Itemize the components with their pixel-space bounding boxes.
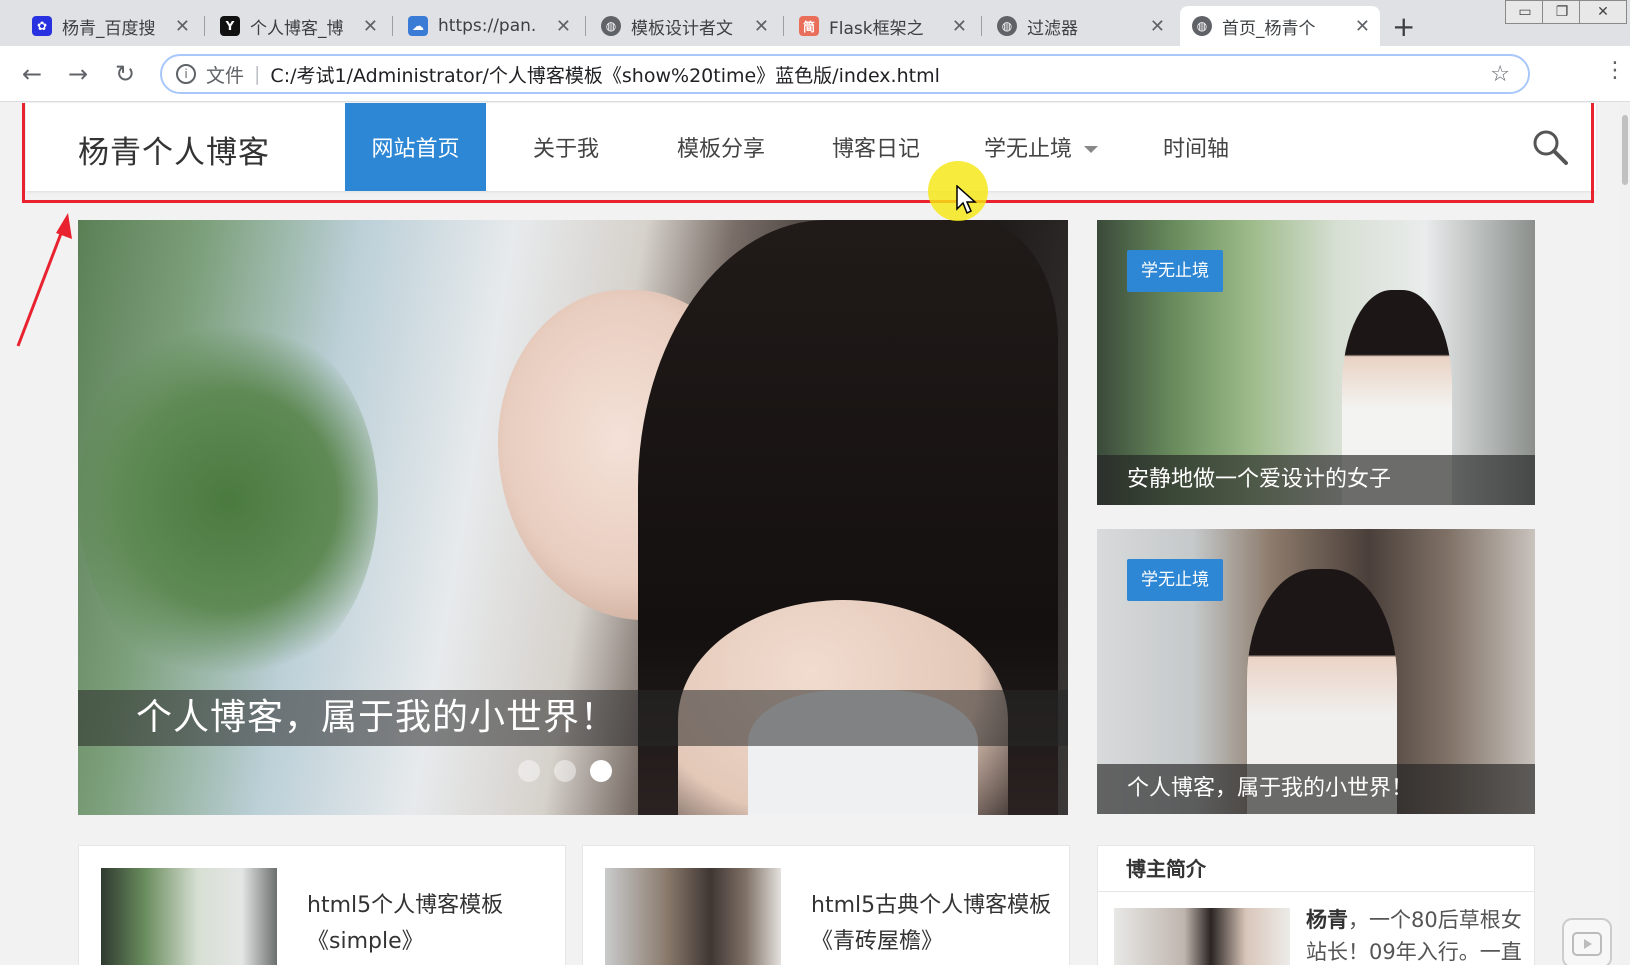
url-scheme-chip: 文件 [206, 64, 245, 87]
tab-home-active[interactable]: ◍ 首页_杨青个 ✕ [1180, 6, 1380, 46]
floating-video-icon[interactable] [1562, 918, 1612, 965]
tab-baidu[interactable]: ✿ 杨青_百度搜 ✕ [20, 6, 200, 46]
browser-menu-icon[interactable]: ⋮ [1604, 58, 1626, 83]
tab-divider [204, 16, 205, 36]
tab-title: Flask框架之 [829, 18, 924, 39]
tab-title: 过滤器 [1027, 18, 1078, 39]
close-icon[interactable]: ✕ [1150, 16, 1165, 37]
article-title[interactable]: html5古典个人博客模板《青砖屋檐》 [811, 888, 1061, 960]
nav-learning-label: 学无止境 [983, 137, 1072, 162]
tab-title: https://pan. [438, 16, 537, 36]
article-card[interactable]: html5古典个人博客模板《青砖屋檐》 [582, 845, 1070, 965]
tab-divider [585, 16, 586, 36]
tab-flask[interactable]: 简 Flask框架之 ✕ [787, 6, 977, 46]
profile-photo [1114, 908, 1290, 965]
tab-strip: ✿ 杨青_百度搜 ✕ Y 个人博客_博 ✕ ☁ https://pan. ✕ ◍… [0, 0, 1630, 46]
reload-icon[interactable]: ↻ [115, 60, 135, 88]
back-icon[interactable]: ← [22, 60, 42, 88]
card-caption[interactable]: 安静地做一个爱设计的女子 [1097, 455, 1535, 505]
author-profile: 博主简介 杨青，一个80后草根女站长！09年入行。一直 [1097, 845, 1535, 965]
hero-slider[interactable]: 个人博客，属于我的小世界！ [78, 220, 1068, 815]
article-title[interactable]: html5个人博客模板《simple》 [307, 888, 557, 960]
article-thumbnail[interactable] [101, 868, 277, 965]
scrollbar-thumb[interactable] [1622, 115, 1628, 185]
new-tab-button[interactable]: + [1392, 10, 1415, 43]
tab-pan[interactable]: ☁ https://pan. ✕ [396, 6, 581, 46]
jianshu-icon: 简 [799, 16, 819, 36]
globe-icon: ◍ [997, 16, 1017, 36]
info-icon[interactable]: i [176, 64, 196, 84]
slider-dot[interactable] [518, 760, 540, 782]
nav-timeline[interactable]: 时间轴 [1121, 103, 1271, 191]
annotation-arrow-icon [16, 213, 72, 347]
tab-divider [981, 16, 982, 36]
close-icon[interactable]: ✕ [1355, 16, 1370, 37]
tab-template-designer[interactable]: ◍ 模板设计者文 ✕ [589, 6, 779, 46]
globe-icon: ◍ [601, 16, 621, 36]
baidu-paw-icon: ✿ [32, 16, 52, 36]
close-icon[interactable]: ✕ [556, 16, 571, 37]
caret-down-icon [1084, 145, 1098, 153]
close-icon[interactable]: ✕ [754, 16, 769, 37]
featured-card[interactable]: 学无止境 安静地做一个爱设计的女子 [1097, 220, 1535, 505]
tab-divider [783, 16, 784, 36]
featured-card[interactable]: 学无止境 个人博客，属于我的小世界！ [1097, 529, 1535, 814]
restore-button[interactable]: ❐ [1542, 0, 1582, 24]
nav-templates[interactable]: 模板分享 [646, 103, 796, 191]
url-text[interactable]: C:/考试1/Administrator/个人博客模板《show%20time》… [270, 61, 939, 88]
card-caption[interactable]: 个人博客，属于我的小世界！ [1097, 764, 1535, 814]
close-window-button[interactable]: ✕ [1579, 0, 1627, 24]
search-icon[interactable] [1530, 127, 1570, 167]
slider-dot-active[interactable] [590, 760, 612, 782]
profile-name: 杨青 [1306, 908, 1348, 932]
bookmark-star-icon[interactable]: ☆ [1490, 62, 1510, 87]
slider-pagination [518, 760, 612, 782]
hero-photo-background [78, 310, 378, 690]
category-tag[interactable]: 学无止境 [1127, 250, 1223, 292]
forward-icon[interactable]: → [68, 60, 88, 88]
page-viewport: 杨青个人博客 网站首页 关于我 模板分享 博客日记 学无止境 时间轴 个人博客，… [0, 103, 1620, 965]
vertical-scrollbar[interactable] [1620, 103, 1630, 965]
profile-heading: 博主简介 [1098, 846, 1534, 892]
close-icon[interactable]: ✕ [952, 16, 967, 37]
tab-divider [392, 16, 393, 36]
url-divider: | [254, 63, 261, 85]
hero-caption[interactable]: 个人博客，属于我的小世界！ [78, 690, 1068, 746]
tab-blog[interactable]: Y 个人博客_博 ✕ [208, 6, 388, 46]
browser-toolbar: ← → ↻ i 文件 | C:/考试1/Administrator/个人博客模板… [0, 46, 1630, 102]
tab-filter[interactable]: ◍ 过滤器 ✕ [985, 6, 1175, 46]
nav-diary[interactable]: 博客日记 [801, 103, 951, 191]
nav-about[interactable]: 关于我 [496, 103, 636, 191]
close-icon[interactable]: ✕ [175, 16, 190, 37]
site-logo[interactable]: 杨青个人博客 [78, 127, 270, 172]
mouse-cursor-icon [956, 185, 977, 215]
article-card[interactable]: html5个人博客模板《simple》 [78, 845, 566, 965]
tab-title: 个人博客_博 [250, 18, 344, 39]
address-bar[interactable]: i 文件 | C:/考试1/Administrator/个人博客模板《show%… [160, 54, 1530, 94]
tab-title: 模板设计者文 [631, 18, 733, 39]
play-icon [1572, 932, 1602, 956]
site-header: 杨青个人博客 网站首页 关于我 模板分享 博客日记 学无止境 时间轴 [26, 103, 1596, 191]
minimize-button[interactable]: ▭ [1505, 0, 1545, 24]
baidu-cloud-icon: ☁ [408, 16, 428, 36]
article-thumbnail[interactable] [605, 868, 781, 965]
category-tag[interactable]: 学无止境 [1127, 559, 1223, 601]
y-letter-icon: Y [220, 16, 240, 36]
close-icon[interactable]: ✕ [363, 16, 378, 37]
profile-text: 杨青，一个80后草根女站长！09年入行。一直 [1306, 904, 1528, 965]
slider-dot[interactable] [554, 760, 576, 782]
tab-title: 首页_杨青个 [1222, 18, 1316, 39]
globe-icon: ◍ [1192, 16, 1212, 36]
nav-home[interactable]: 网站首页 [345, 103, 486, 191]
tab-title: 杨青_百度搜 [62, 18, 156, 39]
